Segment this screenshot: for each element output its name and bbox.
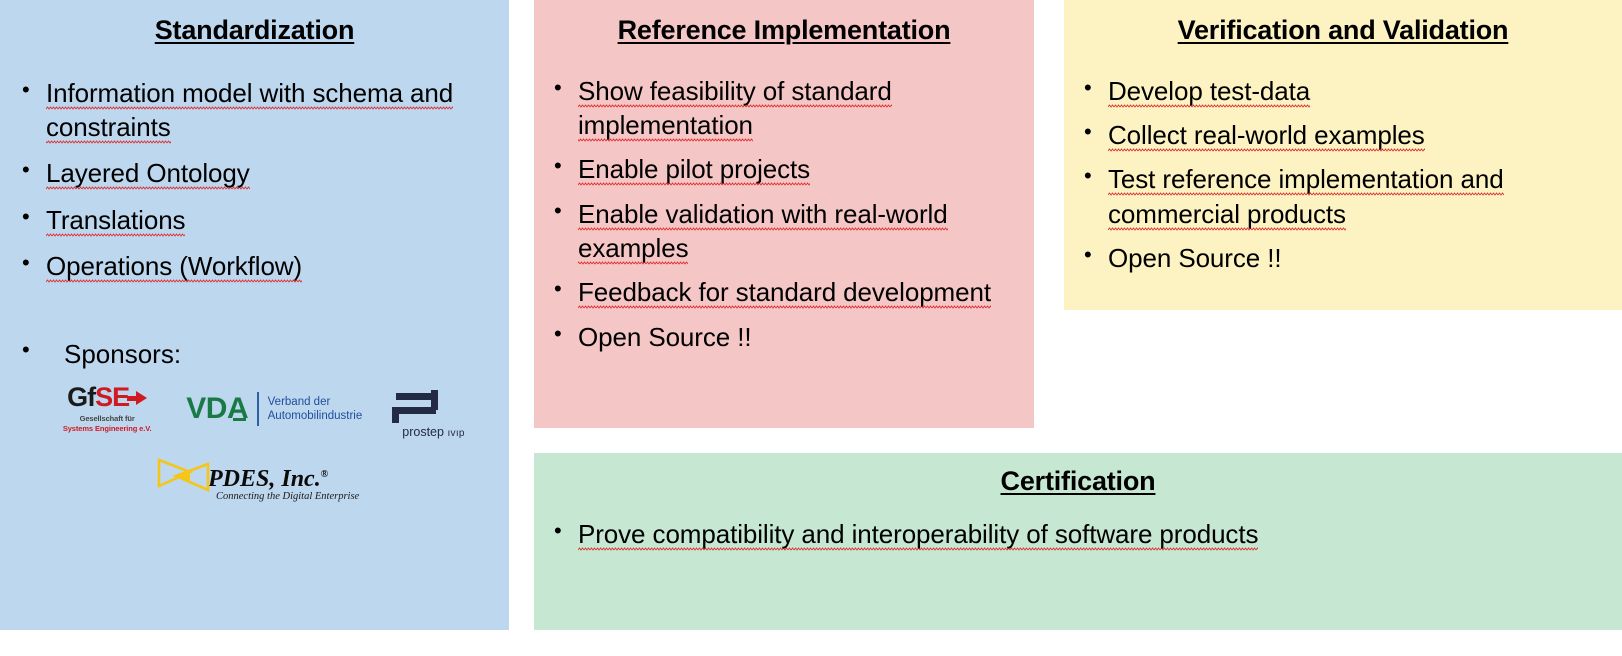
list-item: Enable validation with real-world exampl… [548,196,1020,266]
list-item: Prove compatibility and interoperability… [548,516,1608,551]
sponsor-logo-row-top: GfSE Gesellschaft für Systems Engineerin… [16,384,493,440]
vda-wordmark: VDA [186,392,249,426]
prostep-wordmark: prostep ıvıp [402,425,465,440]
vda-subtitle-line2: Automobilindustrie [267,410,363,423]
vda-divider [257,392,259,427]
vda-subtitle-line1: Verband der [267,395,331,408]
sponsor-logo-row-bottom: PDES, Inc.® Connecting the Digital Enter… [16,451,493,502]
list-item: Operations (Workflow) [16,248,493,283]
gfse-wordmark: GfSE [52,384,162,411]
list-item: Develop test-data [1078,73,1608,108]
panel-certification-bullet-list: Prove compatibility and interoperability… [548,516,1608,551]
vda-subtitle: Verband der Automobilindustrie [268,395,363,424]
panel-verification-bullet-list: Develop test-data Collect real-world exa… [1078,73,1608,276]
pdes-logo: PDES, Inc.® Connecting the Digital Enter… [156,451,359,502]
panel-verification-validation-title: Verification and Validation [1177,15,1509,47]
gfse-logo: GfSE Gesellschaft für Systems Engineerin… [52,384,162,433]
pdes-mark-icon [156,456,214,498]
pdes-wordmark: PDES, Inc.® [208,466,329,493]
pdes-text-block: PDES, Inc.® Connecting the Digital Enter… [208,457,360,503]
gfse-subtitle-line2: Systems Engineering e.V. [62,423,152,433]
panel-standardization: Standardization Information model with s… [0,0,509,630]
pdes-tagline: Connecting the Digital Enterprise [216,491,360,503]
panel-certification: Certification Prove compatibility and in… [534,453,1622,630]
panel-verification-validation: Verification and Validation Develop test… [1064,0,1622,310]
panel-standardization-bullet-list: Information model with schema and constr… [16,75,493,284]
gfse-subtitle-line1: Gesellschaft für [79,414,135,424]
list-item: Open Source !! [1078,240,1608,275]
slide-canvas: Standardization Information model with s… [0,0,1622,656]
prostep-ivip-logo: prostep ıvıp [386,386,493,439]
panel-certification-title: Certification [1000,466,1156,498]
list-item: Translations [16,202,493,237]
panel-reference-implementation-title: Reference Implementation [617,15,951,45]
prostep-mark-icon [390,386,439,424]
panel-standardization-title: Standardization [154,15,355,47]
list-item: Feedback for standard development [548,274,1020,310]
list-item: Layered Ontology [16,155,493,191]
vda-logo: VDA Verband der Automobilindustrie [186,392,363,427]
list-item: Test reference implementation and commer… [1078,161,1608,231]
panel-reference-bullet-list: Show feasibility of standard implementat… [548,73,1020,354]
list-item: Show feasibility of standard implementat… [548,73,1020,143]
panel-reference-implementation: Reference Implementation Show feasibilit… [534,0,1034,428]
list-item: Open Source !! [548,319,1020,354]
list-item: Enable pilot projects [548,151,1020,187]
sponsors-label: Sponsors: [16,337,493,370]
list-item: Collect real-world examples [1078,117,1608,152]
arrow-right-icon [127,389,148,409]
list-item: Information model with schema and constr… [16,75,493,145]
